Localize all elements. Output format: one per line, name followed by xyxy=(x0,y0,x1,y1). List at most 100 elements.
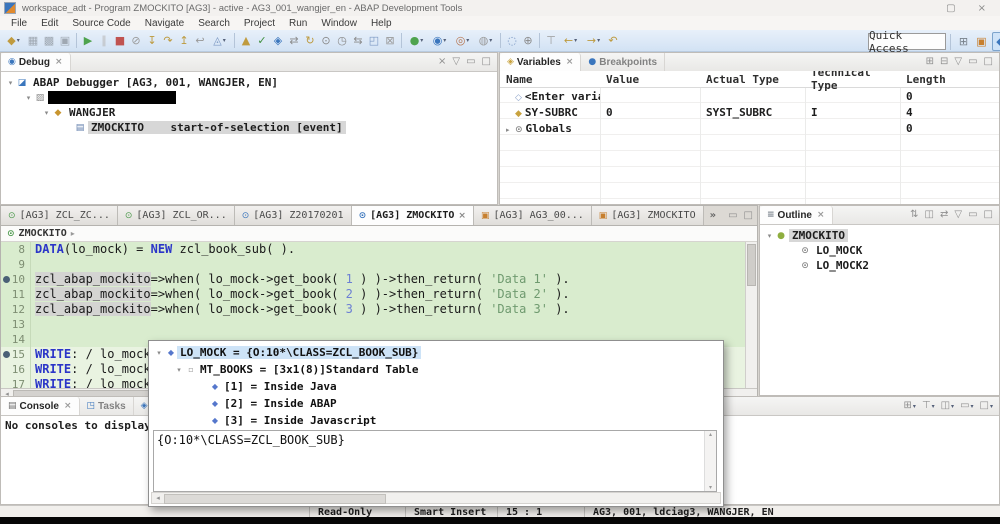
view-toolbar-icon[interactable]: ◫ xyxy=(925,210,934,220)
view-toolbar-icon[interactable]: ⊞ xyxy=(926,57,934,67)
toolbar-icon[interactable]: ◎ ▾ xyxy=(451,31,474,51)
view-toolbar-icon[interactable]: ⊞ ▾ xyxy=(903,401,915,411)
view-toolbar-icon[interactable]: □ ▾ xyxy=(980,401,993,411)
line-number-gutter[interactable]: 17 xyxy=(1,377,31,388)
variables-table-header[interactable]: Name Value Actual Type Technical Type Le… xyxy=(500,71,999,88)
expander-icon[interactable]: ▾ xyxy=(153,349,165,357)
breakpoint-icon[interactable] xyxy=(3,276,10,283)
code-line[interactable]: 13 xyxy=(1,317,757,332)
code-line[interactable]: 8 DATA(lo_mock) = NEW zcl_book_sub( ). xyxy=(1,242,757,257)
scroll-up-icon[interactable]: ▴ xyxy=(709,431,712,438)
toolbar-icon[interactable]: ◌ ▾ xyxy=(504,31,520,51)
toolbar-icon[interactable]: ▾ xyxy=(536,31,543,51)
line-number-gutter[interactable]: 8 xyxy=(1,242,31,257)
popup-tree-row[interactable]: ◆ [3] = Inside Javascript xyxy=(149,412,723,429)
close-window-icon[interactable]: × xyxy=(978,3,986,14)
close-icon[interactable]: × xyxy=(55,57,63,67)
perspective-icon[interactable]: ◆ xyxy=(992,32,1000,51)
editor-tab[interactable]: ⊙ [AG3] ZCL_OR... × xyxy=(118,206,235,225)
toolbar-icon[interactable]: ◰ ▾ xyxy=(366,31,382,51)
line-number-gutter[interactable]: 13 xyxy=(1,317,31,332)
view-toolbar-icon[interactable]: ⇅ xyxy=(910,210,918,220)
view-toolbar-icon[interactable]: ▭ xyxy=(466,57,475,67)
toolbar-icon[interactable]: ▦ ▾ xyxy=(25,31,41,51)
editor-tab[interactable]: ⊙ [AG3] ZCL_ZC... × xyxy=(1,206,118,225)
editor-tab[interactable]: ▣ [AG3] ZMOCKITO × xyxy=(592,206,704,225)
close-icon[interactable]: × xyxy=(817,210,825,220)
toolbar-icon[interactable]: ▲ ▾ xyxy=(238,31,254,51)
line-number-gutter[interactable]: 15 xyxy=(1,347,31,362)
toolbar-icon[interactable]: ⊤ ▾ xyxy=(543,31,559,51)
menu-item[interactable]: Project xyxy=(237,18,282,29)
expander-icon[interactable]: ▸ xyxy=(506,126,515,134)
tab-outline[interactable]: ≡ Outline × xyxy=(760,206,833,224)
line-number-gutter[interactable]: 10 xyxy=(1,272,31,287)
popup-tree-row[interactable]: ◆ [2] = Inside ABAP xyxy=(149,395,723,412)
menu-item[interactable]: Edit xyxy=(34,18,65,29)
line-number-gutter[interactable]: 11 xyxy=(1,287,31,302)
breakpoint-icon[interactable] xyxy=(3,351,10,358)
variables-view-tab[interactable]: ◈ Variables × xyxy=(500,53,581,71)
view-toolbar-icon[interactable]: ⊟ xyxy=(940,57,948,67)
view-toolbar-icon[interactable]: ▽ xyxy=(954,210,962,220)
view-toolbar-icon[interactable]: ⊤ ▾ xyxy=(922,401,935,411)
toolbar-icon[interactable]: ▾ xyxy=(73,31,80,51)
chevron-right-icon[interactable]: ▸ xyxy=(71,229,75,238)
popup-tree-row[interactable]: ◆ [1] = Inside Java xyxy=(149,378,723,395)
expander-icon[interactable]: ▾ xyxy=(23,94,34,102)
code-line[interactable]: 12 zcl_abap_mockito=>when( lo_mock->get_… xyxy=(1,302,757,317)
toolbar-icon[interactable]: ⇆ ▾ xyxy=(350,31,366,51)
view-toolbar-icon[interactable]: ▭ xyxy=(968,210,977,220)
variable-row[interactable]: ◆SY-SUBRC 0 SYST_SUBRC I 4 xyxy=(500,104,999,120)
close-icon[interactable]: × xyxy=(64,401,72,411)
close-icon[interactable]: × xyxy=(566,57,574,67)
toolbar-icon[interactable]: ▾ xyxy=(497,31,504,51)
toolbar-icon[interactable]: ⊕ ▾ xyxy=(520,31,536,51)
toolbar-icon[interactable]: ✓ ▾ xyxy=(254,31,270,51)
tab-debug[interactable]: ◉ Debug × xyxy=(1,53,71,71)
scrollbar-thumb[interactable] xyxy=(164,494,386,504)
outline-tree-row[interactable]: ⊙ LO_MOCK2 xyxy=(760,258,999,273)
line-number-gutter[interactable]: 16 xyxy=(1,362,31,377)
editor-tab[interactable]: ⊙ [AG3] ZMOCKITO × xyxy=(352,206,474,225)
perspective-icon[interactable]: ⊞ xyxy=(956,33,971,50)
menu-item[interactable]: Window xyxy=(314,18,364,29)
toolbar-icon[interactable]: → ▾ xyxy=(582,31,605,51)
toolbar-icon[interactable]: ◉ ▾ xyxy=(428,31,451,51)
popup-tree-row[interactable]: ▾ ▫ MT_BOOKS = [3x1(8)]Standard Table xyxy=(149,361,723,378)
toolbar-icon[interactable]: ↶ ▾ xyxy=(605,31,621,51)
debug-tree-row[interactable]: ▤ ZMOCKITO start-of-selection [event] xyxy=(1,120,497,135)
menu-item[interactable]: Run xyxy=(282,18,314,29)
toolbar-icon[interactable]: ▩ ▾ xyxy=(41,31,57,51)
toolbar-icon[interactable]: ◈ ▾ xyxy=(270,31,286,51)
view-toolbar-icon[interactable]: □ xyxy=(482,57,491,67)
toolbar-icon[interactable]: ↧ ▾ xyxy=(144,31,160,51)
debug-tree-row[interactable]: ▾ ◪ ABAP Debugger [AG3, 001, WANGJER, EN… xyxy=(1,75,497,90)
view-toolbar-icon[interactable]: ▭ ▾ xyxy=(960,401,973,411)
toolbar-icon[interactable]: ▾ xyxy=(231,31,238,51)
view-toolbar-icon[interactable]: ⇄ xyxy=(940,210,948,220)
toolbar-icon[interactable]: ⊠ ▾ xyxy=(382,31,398,51)
toolbar-icon[interactable]: ⊙ ▾ xyxy=(318,31,334,51)
popup-horizontal-scrollbar[interactable]: ◂ xyxy=(151,492,721,504)
variable-row[interactable]: ▸⊙Globals 0 xyxy=(500,120,999,136)
menu-item[interactable]: Search xyxy=(191,18,237,29)
line-number-gutter[interactable]: 14 xyxy=(1,332,31,347)
expander-icon[interactable]: ▾ xyxy=(41,109,52,117)
view-toolbar-icon[interactable]: □ xyxy=(984,210,993,220)
restore-window-icon[interactable]: ▢ xyxy=(946,3,955,14)
toolbar-icon[interactable]: ∥ ▾ xyxy=(96,31,112,51)
menu-item[interactable]: File xyxy=(4,18,34,29)
perspective-icon[interactable]: ▣ xyxy=(974,33,989,50)
view-toolbar-icon[interactable]: ◫ ▾ xyxy=(941,401,954,411)
toolbar-icon[interactable]: ◍ ▾ xyxy=(474,31,497,51)
console-view-tab[interactable]: ▤ Console × xyxy=(1,397,80,415)
expander-icon[interactable]: ▾ xyxy=(764,232,775,240)
value-text-area[interactable]: {O:10*\CLASS=ZCL_BOOK_SUB} ▴ ▾ xyxy=(153,430,717,492)
editor-vertical-scrollbar[interactable] xyxy=(745,242,757,388)
popup-tree-row[interactable]: ▾ ◆ LO_MOCK = {O:10*\CLASS=ZCL_BOOK_SUB} xyxy=(149,344,723,361)
toolbar-icon[interactable]: ⊘ ▾ xyxy=(128,31,144,51)
toolbar-icon[interactable]: ◬ ▾ xyxy=(208,31,231,51)
quick-access-box[interactable]: Quick Access xyxy=(868,33,946,50)
scroll-left-icon[interactable]: ◂ xyxy=(152,494,164,502)
